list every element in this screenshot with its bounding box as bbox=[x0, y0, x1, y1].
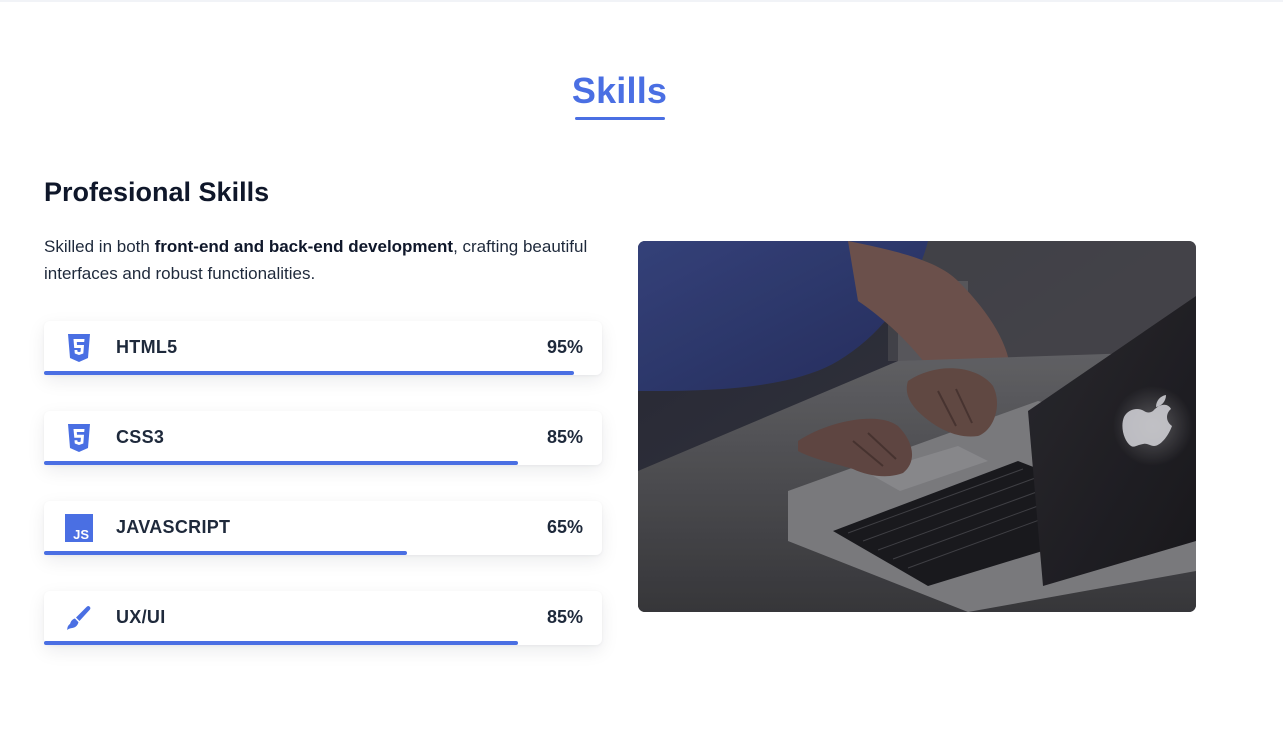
skill-name: HTML5 bbox=[116, 337, 178, 357]
skill-card-ux-ui: UX/UI 85% bbox=[44, 591, 602, 645]
skill-percent: 95% bbox=[546, 337, 583, 357]
skill-card-html5: HTML5 95% bbox=[44, 321, 602, 375]
paintbrush-icon bbox=[65, 603, 93, 633]
skill-name: JAVASCRIPT bbox=[116, 517, 231, 537]
progress-bar bbox=[44, 551, 602, 555]
section-title: Skills bbox=[571, 70, 668, 111]
progress-bar bbox=[44, 641, 602, 645]
css3-icon bbox=[65, 423, 93, 453]
intro-text-start: Skilled in both bbox=[44, 237, 155, 256]
progress-fill bbox=[44, 641, 519, 645]
progress-fill bbox=[44, 371, 575, 375]
top-divider bbox=[0, 0, 1283, 2]
skill-percent: 65% bbox=[546, 517, 583, 537]
progress-fill bbox=[44, 461, 519, 465]
professional-skills-heading: Profesional Skills bbox=[44, 177, 270, 207]
skill-name: CSS3 bbox=[116, 427, 165, 447]
title-underline bbox=[575, 117, 665, 120]
progress-bar bbox=[44, 371, 602, 375]
skill-percent: 85% bbox=[546, 607, 583, 627]
html5-icon bbox=[65, 333, 93, 363]
javascript-icon: JS bbox=[65, 513, 93, 543]
skill-card-css3: CSS3 85% bbox=[44, 411, 602, 465]
progress-fill bbox=[44, 551, 407, 555]
laptop-typing-photo bbox=[638, 241, 1196, 612]
svg-text:JS: JS bbox=[73, 527, 89, 542]
skills-intro-text: Skilled in both front-end and back-end d… bbox=[44, 233, 604, 287]
skill-percent: 85% bbox=[546, 427, 583, 447]
skill-name: UX/UI bbox=[116, 607, 166, 627]
progress-bar bbox=[44, 461, 602, 465]
skill-card-javascript: JS JAVASCRIPT 65% bbox=[44, 501, 602, 555]
intro-text-bold: front-end and back-end development bbox=[154, 237, 454, 256]
